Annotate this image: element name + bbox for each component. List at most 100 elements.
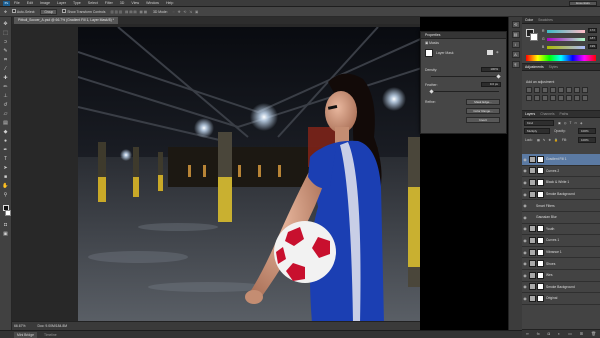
group-icon[interactable]: ▭ <box>568 331 572 336</box>
menu-window[interactable]: Window <box>146 1 159 5</box>
visibility-eye-icon[interactable]: ◉ <box>522 250 528 255</box>
gradient-tool-icon[interactable]: ▤ <box>2 120 10 127</box>
screen-mode-icon[interactable]: ▣ <box>2 231 10 238</box>
blur-tool-icon[interactable]: ◆ <box>2 129 10 136</box>
path-select-tool-icon[interactable]: ➤ <box>2 165 10 172</box>
eraser-tool-icon[interactable]: ▱ <box>2 111 10 118</box>
layer-mask-thumbnail[interactable] <box>537 283 544 291</box>
paragraph-icon[interactable]: ¶ <box>511 61 520 68</box>
gradient-map-icon[interactable] <box>574 95 580 101</box>
r-value[interactable]: 172 <box>588 28 597 33</box>
layer-mask-thumbnail[interactable] <box>537 294 544 302</box>
r-slider[interactable] <box>547 30 585 33</box>
g-value[interactable]: 187 <box>588 36 597 41</box>
density-field[interactable]: 100% <box>481 67 501 72</box>
menu-edit[interactable]: Edit <box>27 1 33 5</box>
feather-slider[interactable] <box>431 91 499 92</box>
move-tool-icon[interactable]: ✥ <box>4 10 7 14</box>
show-transform-checkbox[interactable]: Show Transform Controls <box>62 9 105 14</box>
adjustment-layer-icon[interactable]: ◐ <box>558 331 560 336</box>
visibility-eye-icon[interactable]: ◉ <box>522 203 528 208</box>
visibility-eye-icon[interactable]: ◉ <box>522 192 528 197</box>
color-ramp[interactable] <box>526 55 596 61</box>
layer-filter-kind[interactable]: Kind <box>524 120 554 126</box>
move-tool-icon[interactable]: ✥ <box>2 21 10 28</box>
tab-paths[interactable]: Paths <box>560 112 569 116</box>
lock-icons[interactable]: ▦ ✎ ✥ 🔒 <box>537 138 559 142</box>
tab-mini-bridge[interactable]: Mini Bridge <box>14 331 37 338</box>
pixel-mask-icon[interactable] <box>487 50 493 55</box>
auto-select-dropdown[interactable]: Group <box>40 8 58 15</box>
tab-layers[interactable]: Layers <box>525 112 535 116</box>
type-tool-icon[interactable]: T <box>2 156 10 163</box>
layer-row[interactable]: ◉ Curves 1 <box>522 235 600 247</box>
dodge-tool-icon[interactable]: ● <box>2 138 10 145</box>
menu-select[interactable]: Select <box>88 1 98 5</box>
density-slider-knob[interactable] <box>496 74 501 79</box>
blend-mode-select[interactable]: Multiply <box>524 128 550 134</box>
layer-row[interactable]: ◉ Black & White 1 <box>522 177 600 189</box>
visibility-eye-icon[interactable]: ◉ <box>522 273 528 278</box>
history-icon[interactable]: ⟲ <box>511 21 520 28</box>
menu-3d[interactable]: 3D <box>120 1 125 5</box>
eyedropper-tool-icon[interactable]: ⁄ <box>2 66 10 73</box>
b-value[interactable]: 199 <box>588 44 597 49</box>
layer-row[interactable]: ◉ Gradient Fill 1 <box>522 154 600 166</box>
zoom-level[interactable]: 66.67% <box>14 324 26 328</box>
exposure-icon[interactable] <box>550 87 556 93</box>
layer-mask-thumbnail[interactable] <box>537 155 544 163</box>
document-tab[interactable]: Pitbull_Soccer_A.psd @ 66.7% (Gradient F… <box>14 17 118 24</box>
color-range-button[interactable]: Color Range... <box>466 108 500 114</box>
visibility-eye-icon[interactable]: ◉ <box>522 168 528 173</box>
g-slider[interactable] <box>547 38 585 41</box>
curves-icon[interactable] <box>542 87 548 93</box>
menu-file[interactable]: File <box>14 1 20 5</box>
document-size[interactable]: Doc: 9.00M/184.8M <box>38 324 68 328</box>
channel-mixer-icon[interactable] <box>534 95 540 101</box>
zoom-tool-icon[interactable]: ⚲ <box>2 192 10 199</box>
mask-edge-button[interactable]: Mask Edge... <box>466 99 500 105</box>
history-brush-tool-icon[interactable]: ↺ <box>2 102 10 109</box>
3d-mode-icons[interactable]: ◌ ✥ ⟲ ⇲ ▣ <box>173 10 200 14</box>
tab-styles[interactable]: Styles <box>549 65 558 69</box>
workspace-select[interactable]: Essentials <box>569 1 597 6</box>
link-layers-icon[interactable]: ∞ <box>526 331 529 336</box>
layer-mask-thumbnail[interactable] <box>537 167 544 175</box>
vector-mask-icon[interactable]: ◈ <box>496 50 499 54</box>
posterize-icon[interactable] <box>558 95 564 101</box>
layer-mask-thumbnail[interactable] <box>537 271 544 279</box>
layer-filter-icons[interactable]: ▣ ◎ T ▭ ◈ <box>558 121 584 125</box>
quick-select-tool-icon[interactable]: ✎ <box>2 48 10 55</box>
menu-help[interactable]: Help <box>166 1 173 5</box>
tab-color[interactable]: Color <box>525 18 533 22</box>
layer-mask-thumbnail[interactable] <box>537 178 544 186</box>
properties-icon[interactable]: ▤ <box>511 31 520 38</box>
opacity-field[interactable]: 100% <box>578 128 596 134</box>
color-background-swatch[interactable] <box>530 33 538 41</box>
vibrance-icon[interactable] <box>558 87 564 93</box>
tab-swatches[interactable]: Swatches <box>538 18 553 22</box>
new-layer-icon[interactable]: ⊞ <box>580 331 583 336</box>
layer-style-icon[interactable]: fx <box>537 331 540 336</box>
layer-row[interactable]: ◉ Smoke Background <box>522 282 600 294</box>
hand-tool-icon[interactable]: ✋ <box>2 183 10 190</box>
healing-tool-icon[interactable]: ✚ <box>2 75 10 82</box>
layer-row[interactable]: ◉ Original <box>522 293 600 305</box>
add-mask-icon[interactable]: ◘ <box>548 331 550 336</box>
background-color-swatch[interactable] <box>4 210 11 216</box>
photo-filter-icon[interactable] <box>526 95 532 101</box>
tab-timeline[interactable]: Timeline <box>41 332 60 338</box>
pen-tool-icon[interactable]: ✒ <box>2 147 10 154</box>
feather-field[interactable]: 0.0 px <box>481 82 501 87</box>
character-icon[interactable]: A <box>511 51 520 58</box>
layer-row[interactable]: ◉ Vibrance 1 <box>522 247 600 259</box>
quick-mask-icon[interactable]: ◘ <box>2 222 10 229</box>
layer-row[interactable]: ◉ Curves 2 <box>522 166 600 178</box>
visibility-eye-icon[interactable]: ◉ <box>522 296 528 301</box>
layer-row[interactable]: ◉ Youth <box>522 224 600 236</box>
layer-mask-thumbnail[interactable] <box>537 248 544 256</box>
layer-mask-thumbnail[interactable] <box>537 190 544 198</box>
visibility-eye-icon[interactable]: ◉ <box>522 215 528 220</box>
shape-tool-icon[interactable]: ■ <box>2 174 10 181</box>
density-slider[interactable] <box>431 76 499 77</box>
